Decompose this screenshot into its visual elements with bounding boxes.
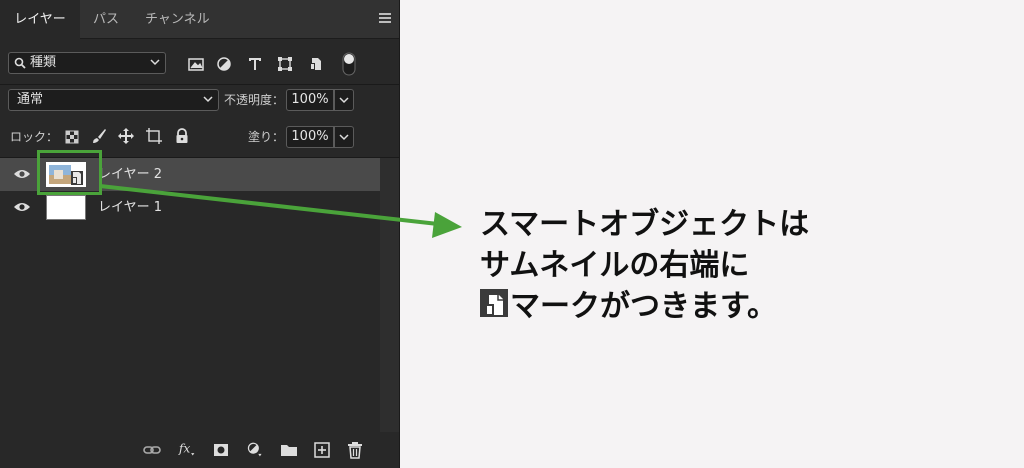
- highlight-box: [37, 150, 102, 195]
- callout-line-1: スマートオブジェクトは: [480, 207, 810, 242]
- callout-line-3: マークがつきます。: [510, 289, 777, 324]
- callout-arrow-line: [99, 184, 439, 226]
- callout-arrow-head: [432, 212, 462, 238]
- callout-text: スマートオブジェクトは サムネイルの右端に マークがつきます。: [480, 204, 809, 327]
- callout-line-2: サムネイルの右端に: [480, 248, 750, 283]
- smart-object-badge-icon: [480, 289, 508, 317]
- callout-line-3-wrapper: マークがつきます。: [480, 286, 809, 327]
